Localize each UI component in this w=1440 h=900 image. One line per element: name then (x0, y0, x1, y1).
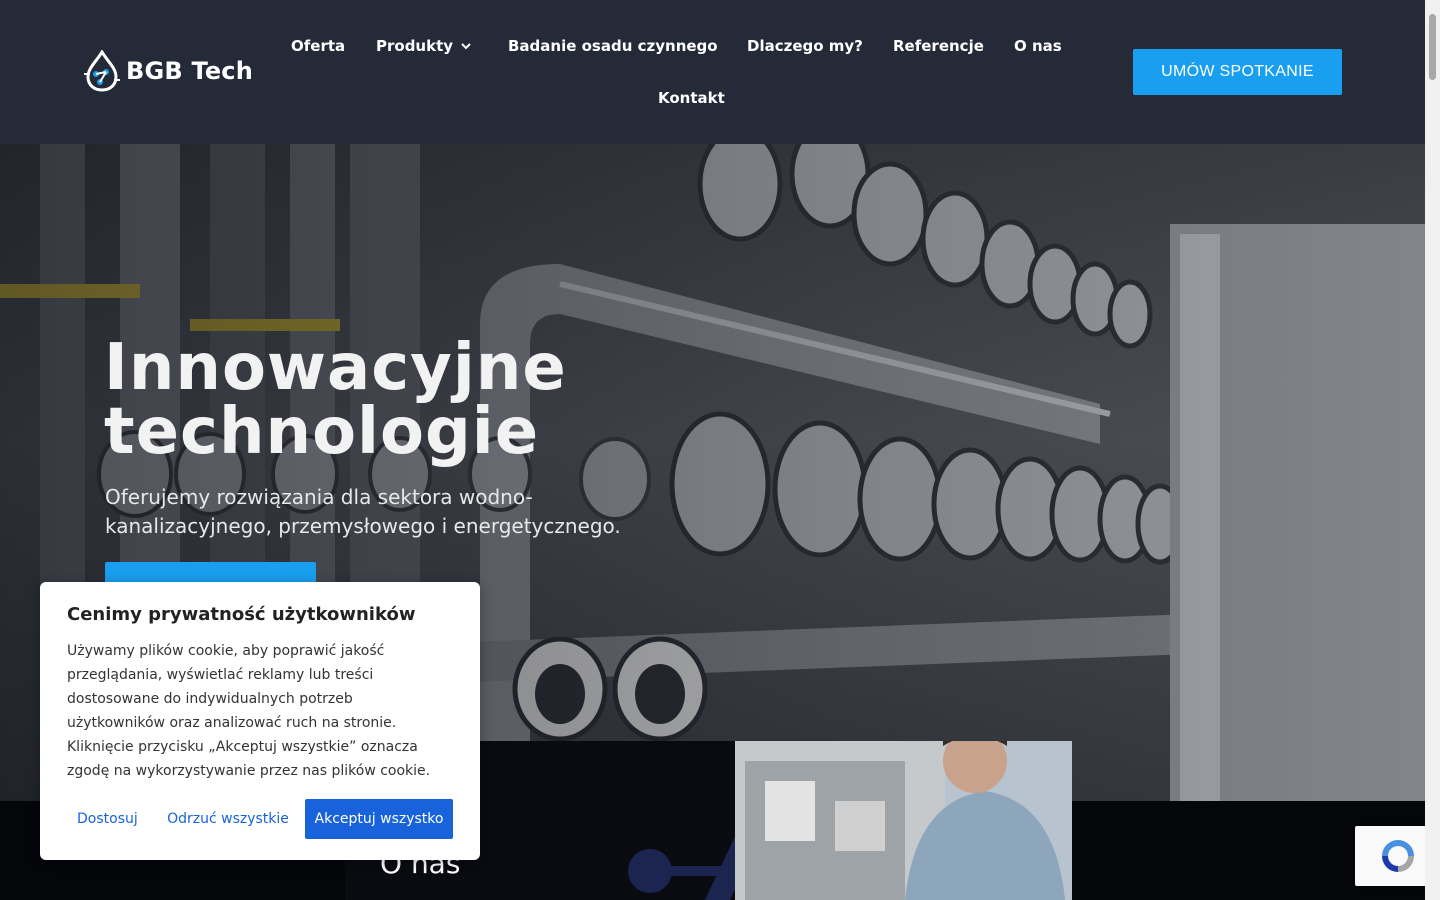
hero-title-line-1: Innowacyjne (104, 331, 567, 405)
customize-cookies-button[interactable]: Dostosuj (67, 799, 147, 839)
nav-item-o-nas[interactable]: O nas (1014, 37, 1062, 55)
nav-item-oferta[interactable]: Oferta (291, 37, 345, 55)
hero-subtitle: Oferujemy rozwiązania dla sektora wodno-… (105, 485, 621, 538)
nav-item-referencje[interactable]: Referencje (893, 37, 984, 55)
schedule-meeting-button[interactable]: UMÓW SPOTKANIE (1133, 49, 1342, 95)
logo[interactable]: BGB Tech (82, 50, 253, 92)
nav-item-kontakt[interactable]: Kontakt (658, 89, 725, 107)
nav-item-produkty[interactable]: Produkty (376, 37, 471, 55)
page-scrollbar[interactable] (1425, 0, 1440, 900)
recaptcha-icon (1381, 840, 1414, 872)
cookie-consent-banner: Cenimy prywatność użytkowników Używamy p… (40, 582, 480, 860)
accept-all-cookies-button[interactable]: Akceptuj wszystko (305, 799, 453, 839)
chevron-down-icon (461, 43, 471, 50)
hero-title: Innowacyjne technologie (104, 336, 567, 464)
cookie-text: Używamy plików cookie, aby poprawić jako… (67, 643, 431, 779)
logo-text: BGB Tech (126, 57, 254, 85)
hero-title-line-2: technologie (104, 395, 540, 469)
nav-item-badanie[interactable]: Badanie osadu czynnego (508, 37, 718, 55)
nav-item-dlaczego[interactable]: Dlaczego my? (747, 37, 863, 55)
water-drop-logo-icon (84, 50, 120, 92)
site-header: BGB Tech Oferta Produkty Badanie osadu c… (0, 0, 1425, 144)
scrollbar-thumb[interactable] (1429, 14, 1436, 80)
cookie-title: Cenimy prywatność użytkowników (67, 604, 416, 625)
nav-item-produkty-label: Produkty (376, 37, 454, 55)
reject-all-cookies-button[interactable]: Odrzuć wszystkie (158, 799, 298, 839)
